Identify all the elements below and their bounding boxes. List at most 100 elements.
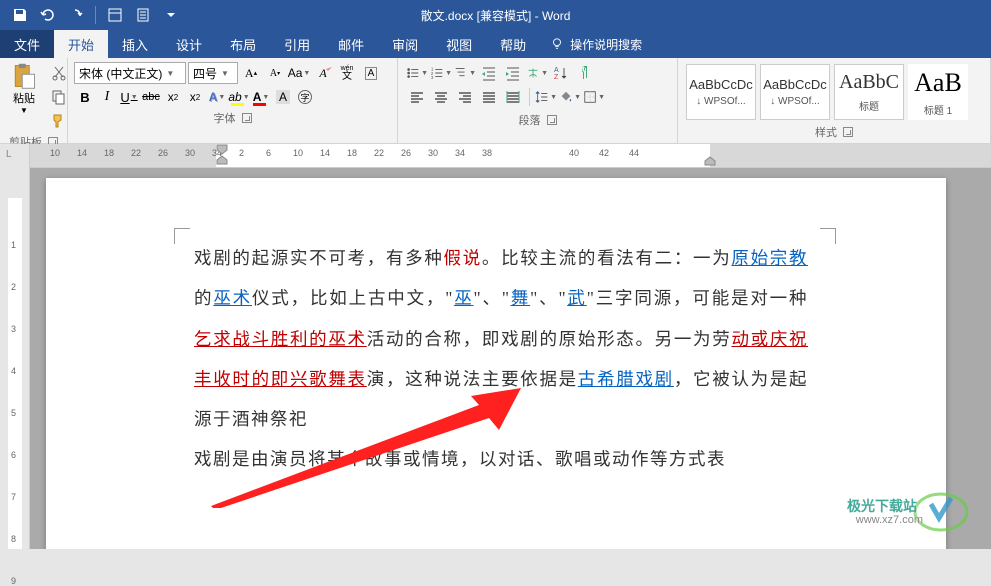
- format-painter-button[interactable]: [48, 110, 70, 132]
- phonetic-guide-button[interactable]: wén文: [336, 62, 358, 84]
- italic-button[interactable]: I: [96, 86, 118, 108]
- ruler-tick: 10: [293, 148, 303, 158]
- underline-button[interactable]: U▼: [118, 86, 140, 108]
- qat-button-2[interactable]: [131, 3, 155, 27]
- paragraph-2[interactable]: 戏剧是由演员将某个故事或情境，以对话、歌唱或动作等方式表: [194, 439, 808, 479]
- style-item-0[interactable]: AaBbCcDc ↓ WPSOf...: [686, 64, 756, 120]
- char-border-button[interactable]: A: [360, 62, 382, 84]
- redo-icon[interactable]: [64, 3, 88, 27]
- increase-font-button[interactable]: A▴: [240, 62, 262, 84]
- tell-me-search[interactable]: 操作说明搜索: [540, 30, 652, 58]
- horizontal-ruler[interactable]: 10141822263034261014182226303438404244: [30, 144, 991, 168]
- multilevel-list-button[interactable]: ▼: [454, 62, 476, 84]
- align-center-button[interactable]: [430, 86, 452, 108]
- font-color-button[interactable]: A▼: [250, 86, 272, 108]
- strikethrough-button[interactable]: abc: [140, 86, 162, 108]
- sort-button[interactable]: AZ: [550, 62, 572, 84]
- indent-marker-icon[interactable]: [216, 144, 228, 168]
- ruler-v-tick: 1: [11, 240, 16, 250]
- qat-button-1[interactable]: [103, 3, 127, 27]
- qat-customize-icon[interactable]: [159, 3, 183, 27]
- styles-group-label: 样式: [815, 124, 837, 140]
- decrease-font-button[interactable]: A▾: [264, 62, 286, 84]
- font-dialog-launcher[interactable]: [242, 113, 252, 123]
- ruler-tick: 38: [482, 148, 492, 158]
- ruler-tick: 26: [158, 148, 168, 158]
- ruler-v-tick: 4: [11, 366, 16, 376]
- link-wu1[interactable]: 巫: [454, 288, 474, 308]
- ruler-tick: 42: [599, 148, 609, 158]
- align-left-button[interactable]: [406, 86, 428, 108]
- ruler-tick: 26: [401, 148, 411, 158]
- clear-format-button[interactable]: A: [312, 62, 334, 84]
- font-name-value: 宋体 (中文正文): [79, 65, 162, 82]
- style-item-1[interactable]: AaBbCcDc ↓ WPSOf...: [760, 64, 830, 120]
- styles-dialog-launcher[interactable]: [843, 127, 853, 137]
- tab-references[interactable]: 引用: [270, 30, 324, 58]
- ruler-tick: 30: [428, 148, 438, 158]
- highlight-button[interactable]: ab▼: [228, 86, 250, 108]
- align-distribute-button[interactable]: [502, 86, 524, 108]
- shading-button[interactable]: ▼: [559, 86, 581, 108]
- subscript-button[interactable]: x2: [162, 86, 184, 108]
- paragraph-group-label: 段落: [519, 112, 541, 128]
- svg-text:A: A: [554, 67, 559, 74]
- tab-review[interactable]: 审阅: [378, 30, 432, 58]
- paragraph-dialog-launcher[interactable]: [547, 115, 557, 125]
- tab-help[interactable]: 帮助: [486, 30, 540, 58]
- style-gallery[interactable]: AaBbCcDc ↓ WPSOf... AaBbCcDc ↓ WPSOf... …: [682, 60, 986, 124]
- ruler-corner: L: [0, 144, 30, 168]
- ruler-tick: 22: [374, 148, 384, 158]
- document-page[interactable]: 戏剧的起源实不可考，有多种假说。比较主流的看法有二：一为原始宗教的巫术仪式，比如…: [46, 178, 946, 549]
- line-spacing-button[interactable]: ▼: [535, 86, 557, 108]
- svg-text:3: 3: [431, 75, 434, 80]
- tab-file[interactable]: 文件: [0, 30, 54, 58]
- save-icon[interactable]: [8, 3, 32, 27]
- char-shading-button[interactable]: A: [272, 86, 294, 108]
- ruler-tick: 30: [185, 148, 195, 158]
- bullets-button[interactable]: ▼: [406, 62, 428, 84]
- ruler-tick: 10: [50, 148, 60, 158]
- borders-button[interactable]: ▼: [583, 86, 605, 108]
- undo-icon[interactable]: [36, 3, 60, 27]
- bold-button[interactable]: B: [74, 86, 96, 108]
- style-item-3[interactable]: AaB 标题 1: [908, 64, 968, 120]
- ruler-tick: 14: [320, 148, 330, 158]
- right-indent-marker-icon[interactable]: [704, 156, 716, 168]
- style-item-2[interactable]: AaBbC 标题: [834, 64, 904, 120]
- ruler-v-tick: 9: [11, 576, 16, 586]
- align-justify-button[interactable]: [478, 86, 500, 108]
- decrease-indent-button[interactable]: [478, 62, 500, 84]
- link-wu2[interactable]: 舞: [511, 288, 531, 308]
- document-scroll-area[interactable]: 戏剧的起源实不可考，有多种假说。比较主流的看法有二：一为原始宗教的巫术仪式，比如…: [30, 168, 991, 549]
- tab-view[interactable]: 视图: [432, 30, 486, 58]
- paste-button[interactable]: 粘贴 ▼: [4, 60, 44, 117]
- tab-home[interactable]: 开始: [54, 30, 108, 58]
- text-effects-button[interactable]: A▼: [206, 86, 228, 108]
- enclose-char-button[interactable]: 字: [294, 86, 316, 108]
- tab-insert[interactable]: 插入: [108, 30, 162, 58]
- superscript-button[interactable]: x2: [184, 86, 206, 108]
- change-case-button[interactable]: Aa▼: [288, 62, 310, 84]
- show-marks-button[interactable]: [574, 62, 596, 84]
- cut-button[interactable]: [48, 62, 70, 84]
- vertical-ruler[interactable]: 123456789: [0, 168, 30, 549]
- document-title: 散文.docx [兼容模式] - Word: [421, 7, 571, 24]
- link-guxila[interactable]: 古希腊戏剧: [578, 369, 674, 389]
- tab-design[interactable]: 设计: [162, 30, 216, 58]
- tab-mailings[interactable]: 邮件: [324, 30, 378, 58]
- ruler-v-tick: 7: [11, 492, 16, 502]
- asian-layout-button[interactable]: ▼: [526, 62, 548, 84]
- paragraph-1[interactable]: 戏剧的起源实不可考，有多种假说。比较主流的看法有二：一为原始宗教的巫术仪式，比如…: [194, 238, 808, 439]
- link-yuanshizongjiao[interactable]: 原始宗教: [731, 248, 808, 268]
- numbering-button[interactable]: 123▼: [430, 62, 452, 84]
- tab-layout[interactable]: 布局: [216, 30, 270, 58]
- font-name-combo[interactable]: 宋体 (中文正文)▼: [74, 62, 186, 84]
- increase-indent-button[interactable]: [502, 62, 524, 84]
- font-size-value: 四号: [193, 65, 217, 82]
- copy-button[interactable]: [48, 86, 70, 108]
- link-wushu1[interactable]: 巫术: [213, 288, 252, 308]
- align-right-button[interactable]: [454, 86, 476, 108]
- font-size-combo[interactable]: 四号▼: [188, 62, 238, 84]
- link-wu3[interactable]: 武: [567, 288, 587, 308]
